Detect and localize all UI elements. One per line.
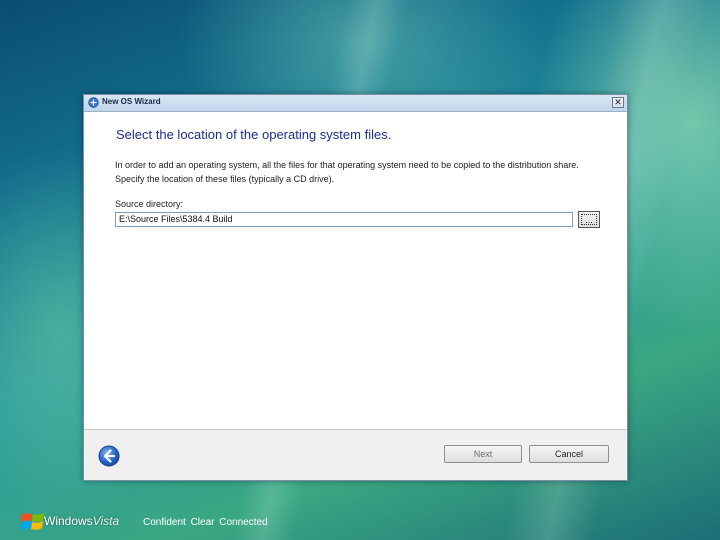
source-directory-label: Source directory: bbox=[115, 199, 184, 209]
browse-button[interactable]: ... bbox=[578, 211, 600, 228]
brand-name: Windows bbox=[44, 514, 93, 528]
windows-logo-icon bbox=[20, 513, 44, 530]
source-directory-input[interactable]: E:\Source Files\5384.4 Build bbox=[115, 212, 573, 227]
wizard-app-icon bbox=[88, 97, 99, 108]
back-arrow-icon[interactable] bbox=[98, 445, 120, 467]
vista-tagline: Confident Clear Connected bbox=[143, 517, 268, 528]
window-title: New OS Wizard bbox=[102, 97, 161, 106]
brand-suffix: Vista bbox=[92, 514, 120, 528]
close-icon: ✕ bbox=[614, 97, 622, 107]
wizard-footer: Next Cancel bbox=[84, 430, 627, 480]
page-heading: Select the location of the operating sys… bbox=[116, 127, 392, 142]
intro-text: In order to add an operating system, all… bbox=[115, 160, 579, 184]
windows-vista-wordmark: WindowsVista bbox=[44, 514, 119, 528]
browse-button-label: ... bbox=[581, 214, 597, 225]
title-bar[interactable]: New OS Wizard ✕ bbox=[84, 95, 627, 112]
wizard-window: New OS Wizard ✕ Select the location of t… bbox=[83, 94, 628, 481]
close-button[interactable]: ✕ bbox=[612, 97, 624, 108]
next-button[interactable]: Next bbox=[444, 445, 522, 463]
cancel-button[interactable]: Cancel bbox=[529, 445, 609, 463]
